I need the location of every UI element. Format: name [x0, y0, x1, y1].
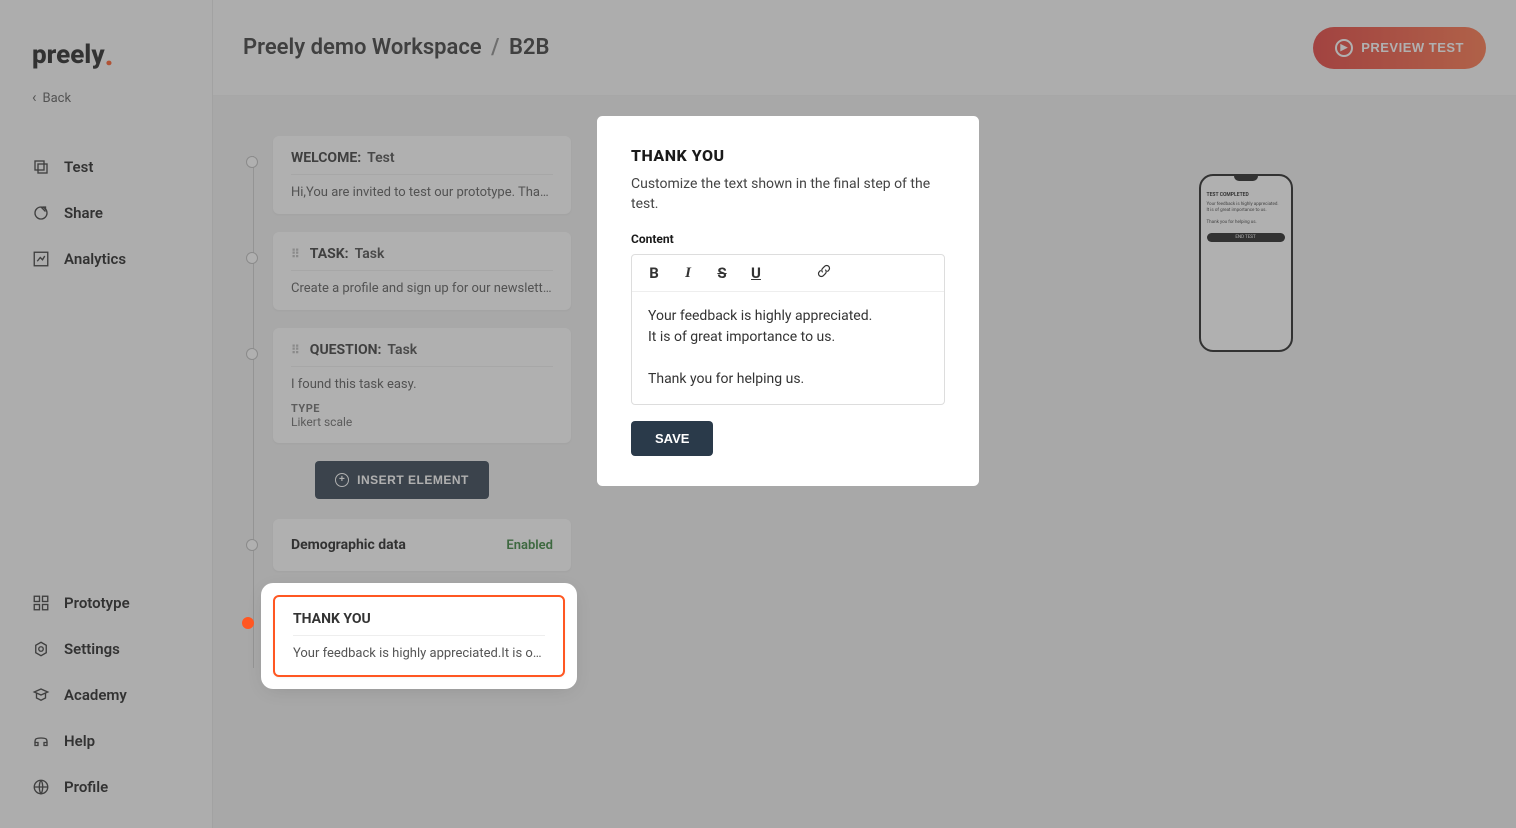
test-icon [32, 158, 50, 176]
back-link[interactable]: Back [0, 80, 212, 126]
help-icon [32, 732, 50, 750]
phone-notch [1234, 176, 1258, 181]
step-label: WELCOME: [291, 150, 361, 166]
rte-toolbar: B I S U [632, 255, 944, 292]
nav-prototype[interactable]: Prototype [0, 582, 212, 624]
phone-preview-column: TEST COMPLETED Your feedback is highly a… [975, 96, 1516, 828]
nav-label: Settings [64, 640, 120, 658]
editor-description: Customize the text shown in the final st… [631, 175, 945, 214]
plus-icon: + [335, 473, 349, 487]
type-value: Likert scale [291, 415, 553, 429]
step-name: Task [387, 342, 417, 358]
insert-label: INSERT ELEMENT [357, 473, 469, 487]
nav-label: Help [64, 732, 95, 750]
step-welcome[interactable]: WELCOME: Test Hi,You are invited to test… [273, 136, 571, 214]
step-thankyou[interactable]: THANK YOU Your feedback is highly apprec… [273, 595, 565, 677]
step-body: Your feedback is highly appreciated.It i… [293, 646, 545, 661]
phone-body-text: Your feedback is highly appreciated. It … [1207, 202, 1285, 225]
step-demographic[interactable]: Demographic data Enabled [273, 519, 571, 571]
share-icon [32, 204, 50, 222]
breadcrumb-workspace[interactable]: Preely demo Workspace [243, 35, 482, 60]
phone-preview: TEST COMPLETED Your feedback is highly a… [1199, 174, 1293, 352]
insert-element-button[interactable]: + INSERT ELEMENT [315, 461, 489, 499]
save-button[interactable]: SAVE [631, 421, 713, 456]
nav-test[interactable]: Test [0, 146, 212, 188]
nav-label: Profile [64, 778, 108, 796]
nav-label: Share [64, 204, 103, 222]
nav-settings[interactable]: Settings [0, 628, 212, 670]
rich-text-editor: B I S U Your feedback is highly apprecia… [631, 254, 945, 405]
brand-logo: preely. [0, 20, 212, 80]
breadcrumb: Preely demo Workspace / B2B [243, 35, 549, 60]
nav-label: Academy [64, 686, 127, 704]
italic-button[interactable]: I [678, 265, 698, 282]
preview-label: PREVIEW TEST [1361, 40, 1464, 55]
breadcrumb-project: B2B [509, 35, 550, 60]
step-body: Create a profile and sign up for our new… [291, 281, 553, 296]
demographic-title: Demographic data [291, 537, 406, 553]
steps-column: WELCOME: Test Hi,You are invited to test… [213, 96, 601, 828]
nav-label: Analytics [64, 250, 126, 268]
header: Preely demo Workspace / B2B ▶ PREVIEW TE… [213, 0, 1516, 96]
step-label: TASK: [310, 246, 349, 262]
nav-profile[interactable]: Profile [0, 766, 212, 808]
nav-help[interactable]: Help [0, 720, 212, 762]
play-icon: ▶ [1335, 39, 1353, 57]
rte-content[interactable]: Your feedback is highly appreciated. It … [632, 292, 944, 404]
sidebar: preely. Back Test Share Analytics Protot… [0, 0, 213, 828]
timeline-line [253, 156, 254, 668]
profile-icon [32, 778, 50, 796]
strikethrough-button[interactable]: S [712, 264, 732, 282]
prototype-icon [32, 594, 50, 612]
bold-button[interactable]: B [644, 264, 664, 282]
step-label: QUESTION: [310, 342, 382, 358]
step-question[interactable]: ⠿ QUESTION: Task I found this task easy.… [273, 328, 571, 443]
nav-analytics[interactable]: Analytics [0, 238, 212, 280]
settings-icon [32, 640, 50, 658]
nav-label: Test [64, 158, 93, 176]
step-body: Hi,You are invited to test our prototype… [291, 185, 553, 200]
type-label: TYPE [291, 402, 553, 415]
step-name: Task [355, 246, 385, 262]
back-label: Back [43, 91, 72, 106]
step-label: THANK YOU [293, 611, 371, 627]
content-label: Content [631, 232, 945, 246]
link-button[interactable] [814, 263, 834, 283]
phone-heading: TEST COMPLETED [1207, 192, 1285, 198]
nav-share[interactable]: Share [0, 192, 212, 234]
preview-test-button[interactable]: ▶ PREVIEW TEST [1313, 27, 1486, 69]
thank-you-editor: THANK YOU Customize the text shown in th… [601, 120, 975, 482]
step-name: Test [367, 150, 394, 166]
editor-title: THANK YOU [631, 146, 945, 165]
drag-handle-icon[interactable]: ⠿ [291, 247, 300, 261]
breadcrumb-separator: / [491, 35, 499, 60]
analytics-icon [32, 250, 50, 268]
underline-button[interactable]: U [746, 264, 766, 282]
nav-academy[interactable]: Academy [0, 674, 212, 716]
step-task[interactable]: ⠿ TASK: Task Create a profile and sign u… [273, 232, 571, 310]
academy-icon [32, 686, 50, 704]
demographic-status: Enabled [506, 538, 553, 553]
step-body: I found this task easy. [291, 377, 553, 392]
phone-end-button: END TEST [1207, 233, 1285, 242]
drag-handle-icon[interactable]: ⠿ [291, 343, 300, 357]
nav-label: Prototype [64, 594, 130, 612]
